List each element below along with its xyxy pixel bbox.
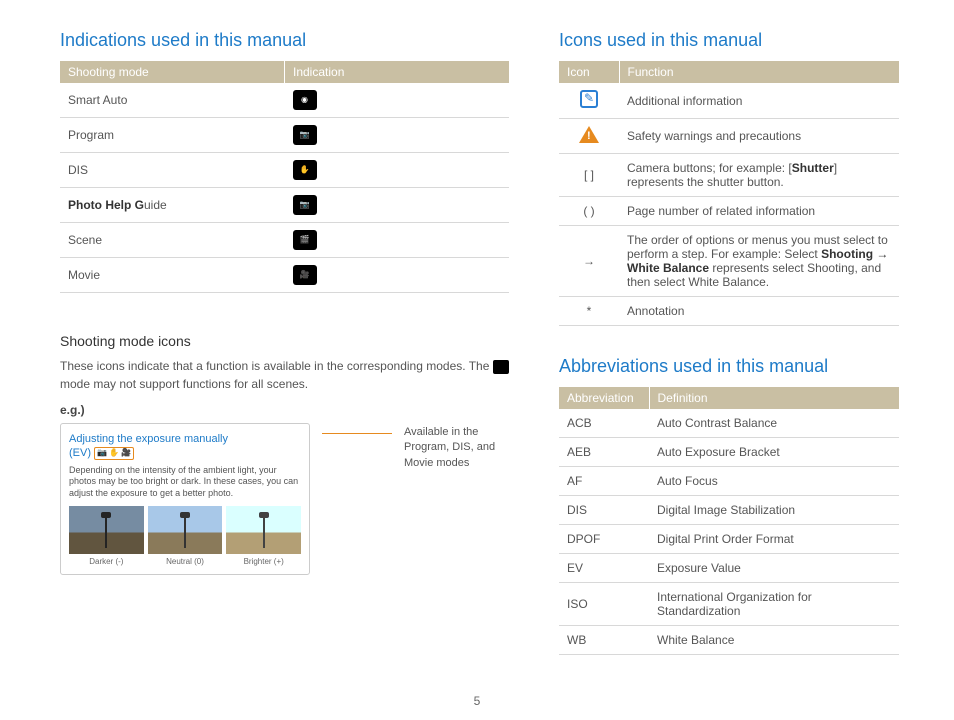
icon-desc: Camera buttons; for example: [Shutter] r… — [619, 154, 899, 197]
movie-icon: 🎥 — [293, 265, 317, 285]
thumb-darker: Darker (-) — [69, 506, 144, 566]
table-row: Smart Auto ◉ — [60, 83, 509, 118]
mode-badges: 📷 ✋ 🎥 — [94, 447, 134, 459]
asterisk-icon: * — [559, 297, 619, 326]
table-row: DISDigital Image Stabilization — [559, 496, 899, 525]
col-def: Definition — [649, 387, 899, 409]
col-icon: Icon — [559, 61, 619, 83]
table-row: Program 📷 — [60, 118, 509, 153]
table-row: AEBAuto Exposure Bracket — [559, 438, 899, 467]
icon-desc: The order of options or menus you must s… — [619, 226, 899, 297]
callout-text: Available in the Program, DIS, and Movie… — [404, 425, 509, 471]
subheading-shooting-mode-icons: Shooting mode icons — [60, 333, 509, 349]
mode-icon-cell: 📷 — [285, 118, 510, 153]
abbr-cell: DIS — [559, 496, 649, 525]
table-row: EVExposure Value — [559, 554, 899, 583]
abbr-cell: ACB — [559, 409, 649, 438]
col-indication: Indication — [285, 61, 510, 83]
heading-icons: Icons used in this manual — [559, 30, 899, 51]
def-cell: Auto Focus — [649, 467, 899, 496]
example-desc: Depending on the intensity of the ambien… — [69, 465, 301, 500]
guide-icon: 📷 — [293, 195, 317, 215]
abbr-cell: AEB — [559, 438, 649, 467]
abbr-cell: DPOF — [559, 525, 649, 554]
table-row: Scene 🎬 — [60, 223, 509, 258]
warning-icon — [579, 126, 599, 143]
thumb-brighter: Brighter (+) — [226, 506, 301, 566]
mode-name: Program — [60, 118, 285, 153]
table-row: WBWhite Balance — [559, 626, 899, 655]
def-cell: Auto Exposure Bracket — [649, 438, 899, 467]
table-indications: Shooting mode Indication Smart Auto ◉ Pr… — [60, 61, 509, 293]
scene-inline-icon — [493, 360, 509, 374]
table-row: ACBAuto Contrast Balance — [559, 409, 899, 438]
abbr-cell: WB — [559, 626, 649, 655]
eg-label: e.g.) — [60, 403, 509, 417]
table-row: ( ) Page number of related information — [559, 197, 899, 226]
table-row: → The order of options or menus you must… — [559, 226, 899, 297]
info-icon — [580, 90, 598, 108]
def-cell: Auto Contrast Balance — [649, 409, 899, 438]
col-abbr: Abbreviation — [559, 387, 649, 409]
mode-icon-cell: 🎬 — [285, 223, 510, 258]
page-number: 5 — [474, 694, 481, 708]
def-cell: Digital Image Stabilization — [649, 496, 899, 525]
table-row: Safety warnings and precautions — [559, 119, 899, 154]
table-row: ISOInternational Organization for Standa… — [559, 583, 899, 626]
table-row: [ ] Camera buttons; for example: [Shutte… — [559, 154, 899, 197]
table-abbreviations: Abbreviation Definition ACBAuto Contrast… — [559, 387, 899, 655]
mode-name: Movie — [60, 258, 285, 293]
def-cell: Exposure Value — [649, 554, 899, 583]
icon-desc: Safety warnings and precautions — [619, 119, 899, 154]
mode-icon-cell: 📷 — [285, 188, 510, 223]
mode-name: DIS — [60, 153, 285, 188]
heading-abbreviations: Abbreviations used in this manual — [559, 356, 899, 377]
parens-icon: ( ) — [559, 197, 619, 226]
smart-auto-icon: ◉ — [293, 90, 317, 110]
mode-icon-cell: ◉ — [285, 83, 510, 118]
icon-desc: Additional information — [619, 83, 899, 119]
mode-icon-cell: 🎥 — [285, 258, 510, 293]
mode-name: Scene — [60, 223, 285, 258]
table-row: Movie 🎥 — [60, 258, 509, 293]
right-column: Icons used in this manual Icon Function … — [559, 30, 899, 655]
abbr-cell: ISO — [559, 583, 649, 626]
arrow-icon: → — [559, 226, 619, 297]
col-function: Function — [619, 61, 899, 83]
left-column: Indications used in this manual Shooting… — [60, 30, 509, 655]
mode-name: Smart Auto — [60, 83, 285, 118]
def-cell: White Balance — [649, 626, 899, 655]
table-row: DIS ✋ — [60, 153, 509, 188]
def-cell: Digital Print Order Format — [649, 525, 899, 554]
table-icons: Icon Function Additional information Saf… — [559, 61, 899, 326]
table-row: AFAuto Focus — [559, 467, 899, 496]
thumb-neutral: Neutral (0) — [148, 506, 223, 566]
example-title: Adjusting the exposure manually (EV) 📷 ✋… — [69, 432, 301, 461]
dis-icon: ✋ — [293, 160, 317, 180]
mode-name: Photo Help Guide — [60, 188, 285, 223]
callout-line — [322, 433, 392, 434]
table-row: * Annotation — [559, 297, 899, 326]
def-cell: International Organization for Standardi… — [649, 583, 899, 626]
icon-desc: Annotation — [619, 297, 899, 326]
example-thumbs: Darker (-) Neutral (0) Brighter (+) — [69, 506, 301, 566]
heading-indications: Indications used in this manual — [60, 30, 509, 51]
mode-icon-cell: ✋ — [285, 153, 510, 188]
table-row: Additional information — [559, 83, 899, 119]
abbr-cell: AF — [559, 467, 649, 496]
table-row: Photo Help Guide 📷 — [60, 188, 509, 223]
icon-desc: Page number of related information — [619, 197, 899, 226]
paragraph-shooting-mode: These icons indicate that a function is … — [60, 357, 509, 393]
scene-icon: 🎬 — [293, 230, 317, 250]
brackets-icon: [ ] — [559, 154, 619, 197]
example-box: Adjusting the exposure manually (EV) 📷 ✋… — [60, 423, 310, 575]
col-shooting-mode: Shooting mode — [60, 61, 285, 83]
program-icon: 📷 — [293, 125, 317, 145]
abbr-cell: EV — [559, 554, 649, 583]
table-row: DPOFDigital Print Order Format — [559, 525, 899, 554]
